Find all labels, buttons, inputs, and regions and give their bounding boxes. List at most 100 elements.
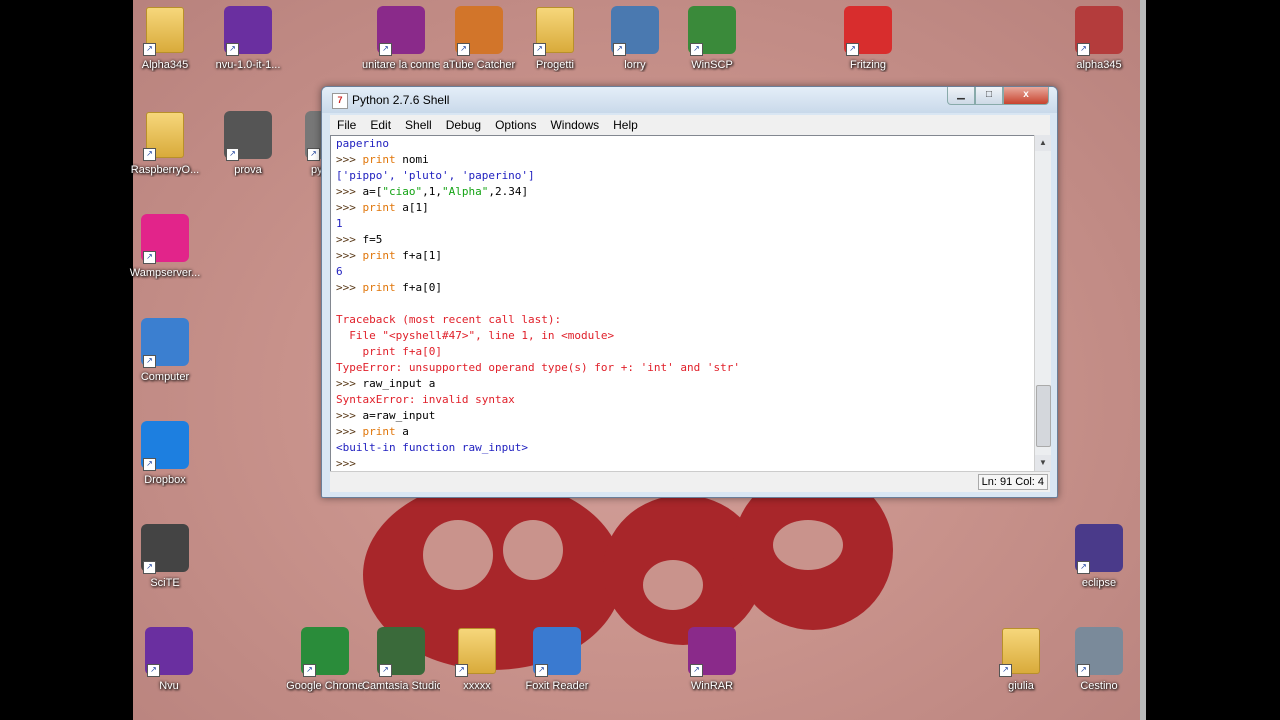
desktop-icon-label: Fritzing	[849, 59, 887, 71]
desktop-icon[interactable]: ↗ xxxxx	[438, 627, 516, 693]
fritzing-icon: ↗	[844, 6, 892, 56]
desktop-icon-label: xxxxx	[463, 680, 491, 692]
shell-text: >>>	[336, 425, 363, 438]
desktop-icon[interactable]: ↗ Wampserver...	[126, 214, 204, 280]
shell-line: File "<pyshell#47>", line 1, in <module>	[331, 328, 1034, 344]
desktop-icon-label: Dropbox	[144, 474, 186, 486]
desktop-icon-label: aTube Catcher	[442, 59, 516, 71]
nvu-icon: ↗	[145, 627, 193, 677]
desktop-icon[interactable]: ↗ alpha345	[1060, 6, 1138, 72]
chrome-icon: ↗	[301, 627, 349, 677]
computer-icon: ↗	[141, 318, 189, 368]
desktop-icon-label: alpha345	[1076, 59, 1122, 71]
shell-line: ['pippo', 'pluto', 'paperino']	[331, 168, 1034, 184]
python-shell-window[interactable]: 7 Python 2.7.6 Shell ▁ □ x File Edit She…	[321, 86, 1058, 498]
vertical-scrollbar[interactable]: ▲ ▼	[1034, 135, 1051, 471]
shell-line: SyntaxError: invalid syntax	[331, 392, 1034, 408]
menu-options[interactable]: Options	[488, 115, 543, 135]
desktop-icon[interactable]: ↗ unitare la connessio...	[362, 6, 440, 72]
desktop-icon[interactable]: ↗ Dropbox	[126, 421, 204, 487]
shell-line: 1	[331, 216, 1034, 232]
desktop-icon[interactable]: ↗ prova	[209, 111, 287, 177]
shell-line: print f+a[0]	[331, 344, 1034, 360]
wallpaper-shape	[503, 520, 563, 580]
camtasia-icon: ↗	[377, 627, 425, 677]
wampserver-icon: ↗	[141, 214, 189, 264]
shell-text: >>>	[336, 377, 363, 390]
shell-line: TypeError: unsupported operand type(s) f…	[331, 360, 1034, 376]
desktop-icon[interactable]: ↗ Camtasia Studio 8	[362, 627, 440, 693]
desktop-icon[interactable]: ↗ Alpha345	[126, 6, 204, 72]
shell-text: ,2.34]	[488, 185, 529, 198]
screen-edge	[1140, 0, 1280, 720]
shell-text: a	[395, 425, 409, 438]
desktop-icon[interactable]: ↗ Foxit Reader	[518, 627, 596, 693]
atube-catcher-icon: ↗	[455, 6, 503, 56]
wallpaper-shape	[643, 560, 703, 610]
desktop-icon[interactable]: ↗ Fritzing	[829, 6, 907, 72]
shell-text: SyntaxError: invalid syntax	[336, 393, 515, 406]
desktop-icon-label: Nvu	[159, 680, 179, 692]
wallpaper-shape	[423, 520, 493, 590]
title-bar[interactable]: 7 Python 2.7.6 Shell ▁ □ x	[322, 87, 1057, 113]
desktop-icon[interactable]: ↗ lorry	[596, 6, 674, 72]
desktop-icon-label: Google Chrome	[286, 680, 364, 692]
desktop-icon[interactable]: ↗ nvu-1.0-it-1...	[209, 6, 287, 72]
shell-text: a[1]	[395, 201, 429, 214]
shell-text: print	[362, 249, 396, 262]
desktop-icon[interactable]: ↗ WinSCP	[673, 6, 751, 72]
shell-text: f=5	[362, 233, 383, 246]
menu-help[interactable]: Help	[606, 115, 645, 135]
shell-line: 6	[331, 264, 1034, 280]
nvu-icon: ↗	[224, 6, 272, 56]
winrar-icon: ↗	[688, 627, 736, 677]
recycle-bin-icon: ↗	[1075, 627, 1123, 677]
shell-line: >>> print a	[331, 424, 1034, 440]
close-button[interactable]: x	[1003, 87, 1049, 105]
desktop-icon[interactable]: ↗ Nvu	[130, 627, 208, 693]
folder-icon: ↗	[141, 111, 189, 161]
desktop-icon[interactable]: ↗ SciTE	[126, 524, 204, 590]
menu-shell[interactable]: Shell	[398, 115, 439, 135]
shell-line: <built-in function raw_input>	[331, 440, 1034, 456]
cursor-position: Ln: 91 Col: 4	[977, 474, 1048, 490]
desktop-icon[interactable]: ↗ Google Chrome	[286, 627, 364, 693]
scroll-down-arrow-icon[interactable]: ▼	[1035, 455, 1051, 471]
desktop-icon-label: WinRAR	[690, 680, 734, 692]
shell-text: TypeError: unsupported operand type(s) f…	[336, 361, 740, 374]
shell-text: a=[	[362, 185, 383, 198]
desktop-icon-label: WinSCP	[691, 59, 733, 71]
desktop-icon-label: Progetti	[536, 59, 574, 71]
shell-line: Traceback (most recent call last):	[331, 312, 1034, 328]
desktop-icon[interactable]: ↗ Computer	[126, 318, 204, 384]
shell-line: paperino	[331, 136, 1034, 152]
menu-debug[interactable]: Debug	[439, 115, 488, 135]
shell-line: >>> print nomi	[331, 152, 1034, 168]
desktop-icon-label: Camtasia Studio 8	[362, 680, 440, 692]
desktop-icon[interactable]: ↗ RaspberryO...	[126, 111, 204, 177]
desktop-icon-label: prova	[234, 164, 262, 176]
shell-text-area[interactable]: paperino >>> print nomi ['pippo', 'pluto',…	[330, 135, 1035, 473]
shell-text: "ciao"	[382, 185, 423, 198]
scroll-thumb[interactable]	[1036, 385, 1051, 447]
scroll-up-arrow-icon[interactable]: ▲	[1035, 135, 1051, 151]
maximize-button[interactable]: □	[975, 87, 1003, 105]
minimize-button[interactable]: ▁	[947, 87, 975, 105]
shell-text: >>>	[336, 153, 363, 166]
desktop-icon[interactable]: ↗ Cestino	[1060, 627, 1138, 693]
shell-text: "Alpha"	[442, 185, 489, 198]
shell-text: paperino	[336, 137, 389, 150]
menu-windows[interactable]: Windows	[543, 115, 606, 135]
scite-icon: ↗	[141, 524, 189, 574]
desktop-icon[interactable]: ↗ WinRAR	[673, 627, 751, 693]
menu-edit[interactable]: Edit	[363, 115, 398, 135]
desktop-icon[interactable]: ↗ giulia	[982, 627, 1060, 693]
menu-file[interactable]: File	[330, 115, 363, 135]
shell-text: print	[362, 201, 396, 214]
desktop-icon-label: Cestino	[1080, 680, 1118, 692]
desktop-icon[interactable]: ↗ Progetti	[516, 6, 594, 72]
desktop-icon[interactable]: ↗ eclipse	[1060, 524, 1138, 590]
desktop-icon[interactable]: ↗ aTube Catcher	[440, 6, 518, 72]
shell-text: print f+a[0]	[336, 345, 442, 358]
